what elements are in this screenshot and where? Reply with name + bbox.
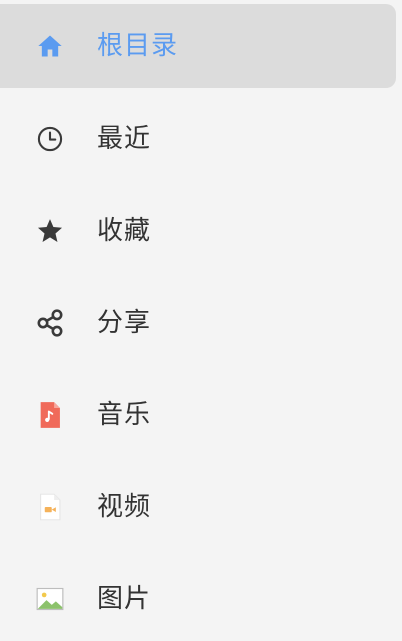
video-file-icon: [36, 493, 64, 521]
sidebar-item-root[interactable]: 根目录: [0, 4, 396, 88]
sidebar-item-label: 最近: [97, 124, 152, 154]
sidebar-item-video[interactable]: 视频: [0, 465, 396, 549]
home-icon: [36, 32, 64, 60]
clock-icon: [36, 125, 64, 153]
sidebar-item-share[interactable]: 分享: [0, 281, 396, 365]
sidebar-item-label: 收藏: [97, 216, 152, 246]
sidebar-item-recent[interactable]: 最近: [0, 97, 396, 181]
star-icon: [36, 217, 64, 245]
sidebar-item-label: 视频: [97, 492, 152, 522]
sidebar-item-images[interactable]: 图片: [0, 557, 396, 641]
sidebar-item-label: 分享: [97, 308, 152, 338]
image-file-icon: [36, 585, 64, 613]
sidebar-item-label: 根目录: [97, 31, 179, 61]
share-icon: [36, 309, 64, 337]
sidebar-item-music[interactable]: 音乐: [0, 373, 396, 457]
sidebar-item-label: 图片: [97, 584, 152, 614]
music-file-icon: [36, 401, 64, 429]
sidebar-item-label: 音乐: [97, 400, 152, 430]
sidebar-item-favorites[interactable]: 收藏: [0, 189, 396, 273]
sidebar-nav: 根目录 最近 收藏 分享 音乐 视频 图片: [0, 0, 402, 626]
